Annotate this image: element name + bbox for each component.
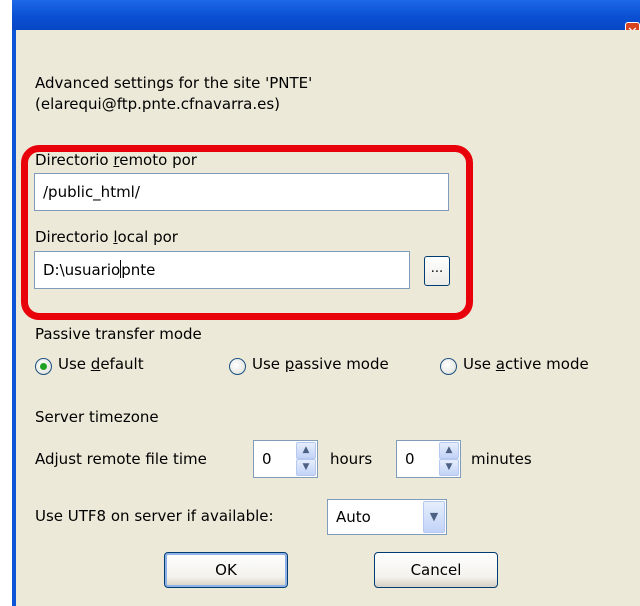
server-timezone-label: Server timezone <box>35 408 159 426</box>
remote-dir-input[interactable]: /public_html/ <box>34 173 449 211</box>
radio-selected-dot <box>40 363 47 370</box>
site-title-line: Advanced settings for the site 'PNTE' <box>35 74 313 92</box>
local-dir-label: Directorio local por <box>35 228 178 246</box>
radio-use-passive-label[interactable]: Use passive mode <box>252 355 389 373</box>
hours-down-icon[interactable]: ▼ <box>296 459 316 476</box>
utf8-label: Use UTF8 on server if available: <box>35 507 274 525</box>
radio-use-active[interactable] <box>440 358 457 375</box>
radio-use-active-label[interactable]: Use active mode <box>463 355 589 373</box>
remote-dir-label: Directorio remoto por <box>35 151 197 169</box>
utf8-select[interactable]: Auto ▼ <box>327 499 447 535</box>
hours-label: hours <box>330 450 373 468</box>
browse-local-dir-button[interactable]: ... <box>424 256 450 286</box>
radio-use-default[interactable] <box>35 358 52 375</box>
ok-button[interactable]: OK <box>164 552 288 588</box>
site-account-line: (elarequi@ftp.pnte.cfnavarra.es) <box>35 95 281 113</box>
title-bar[interactable]: ✕ <box>12 0 640 42</box>
minutes-up-icon[interactable]: ▲ <box>439 442 459 459</box>
adjust-time-label: Adjust remote file time <box>35 450 207 468</box>
hours-up-icon[interactable]: ▲ <box>296 442 316 459</box>
minutes-label: minutes <box>471 450 532 468</box>
advanced-settings-dialog: Advanced settings for the site 'PNTE' (e… <box>16 30 640 606</box>
local-dir-input[interactable]: D:\usuariopnte <box>34 251 410 289</box>
chevron-down-icon[interactable]: ▼ <box>423 501 445 533</box>
radio-use-passive[interactable] <box>229 358 246 375</box>
passive-mode-label: Passive transfer mode <box>35 325 202 343</box>
minutes-spinner[interactable]: 0 ▲ ▼ <box>396 440 461 478</box>
radio-use-default-label[interactable]: Use default <box>58 355 144 373</box>
minutes-down-icon[interactable]: ▼ <box>439 459 459 476</box>
cancel-button[interactable]: Cancel <box>374 552 498 588</box>
hours-spinner[interactable]: 0 ▲ ▼ <box>253 440 318 478</box>
